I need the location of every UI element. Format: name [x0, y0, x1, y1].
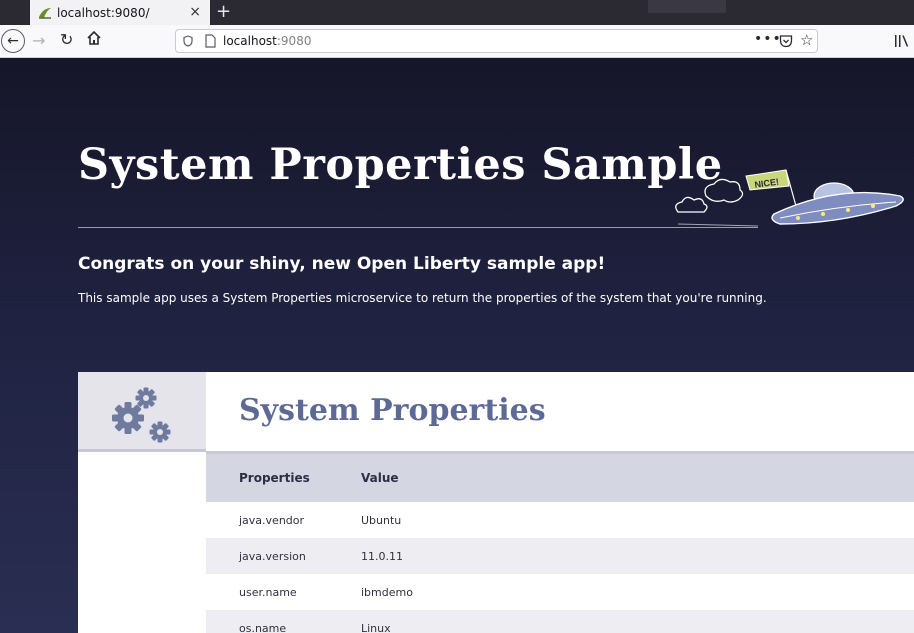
property-value: Linux: [361, 621, 391, 633]
property-name: java.vendor: [239, 513, 305, 527]
card-title: System Properties: [239, 393, 546, 428]
chevron-up-icon: ˄: [682, 0, 689, 11]
page-info-icon[interactable]: [205, 34, 216, 48]
properties-table: Properties Value java.vendor Ubuntu java…: [206, 454, 914, 633]
gears-icon: [112, 387, 171, 443]
system-properties-card: System Properties Properties Value java.…: [78, 372, 914, 633]
table-row: java.vendor Ubuntu: [206, 502, 914, 538]
back-button[interactable]: ←: [1, 29, 25, 53]
property-name: java.version: [239, 549, 306, 563]
property-name: os.name: [239, 621, 287, 633]
bookmark-star-icon[interactable]: ☆: [800, 31, 813, 49]
browser-tab-bar: localhost:9080/ × + ˄: [0, 0, 914, 25]
ufo-flag-text: NICE!: [754, 177, 780, 190]
table-row: user.name ibmdemo: [206, 574, 914, 610]
url-bar[interactable]: localhost:9080 ••• ☆: [175, 29, 818, 53]
card-icon-panel: [78, 372, 206, 452]
open-liberty-favicon-icon: [39, 7, 51, 19]
column-header-properties: Properties: [239, 471, 310, 485]
table-header-row: Properties Value: [206, 454, 914, 502]
browser-nav-bar: ← → ↻ localhost:9080 ••• ☆: [0, 25, 914, 58]
tab-close-icon[interactable]: ×: [189, 4, 201, 20]
table-row: java.version 11.0.11: [206, 538, 914, 574]
library-icon[interactable]: [894, 34, 910, 48]
arrow-left-icon: ←: [7, 33, 19, 49]
pocket-icon[interactable]: [779, 34, 793, 48]
home-button[interactable]: [86, 30, 102, 46]
page-content: System Properties Sample NICE! Congrats …: [0, 58, 914, 633]
column-header-value: Value: [361, 471, 399, 485]
table-row: os.name Linux: [206, 610, 914, 633]
congrats-heading: Congrats on your shiny, new Open Liberty…: [78, 254, 606, 274]
hero-divider: [78, 227, 758, 228]
property-name: user.name: [239, 585, 297, 599]
tab-overflow-button[interactable]: ˄: [648, 0, 726, 13]
forward-button[interactable]: →: [32, 31, 45, 50]
new-tab-button[interactable]: +: [216, 1, 231, 22]
reload-button[interactable]: ↻: [60, 30, 73, 49]
tracking-shield-icon[interactable]: [183, 35, 193, 47]
app-description: This sample app uses a System Properties…: [78, 291, 767, 305]
property-value: 11.0.11: [361, 549, 403, 563]
browser-tab[interactable]: localhost:9080/ ×: [30, 0, 210, 25]
property-value: ibmdemo: [361, 585, 413, 599]
url-text[interactable]: localhost:9080: [223, 34, 311, 48]
tab-title: localhost:9080/: [57, 5, 150, 20]
page-actions-menu-icon[interactable]: •••: [754, 31, 782, 47]
ufo-illustration-icon: NICE!: [675, 169, 904, 227]
page-title: System Properties Sample: [78, 140, 723, 190]
property-value: Ubuntu: [361, 513, 402, 527]
